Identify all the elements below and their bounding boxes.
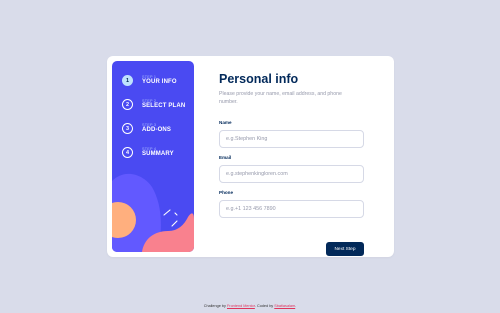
email-label: Email: [219, 155, 232, 160]
step-item-add-ons[interactable]: 3 STEP 3 ADD-ONS: [122, 123, 171, 134]
name-input[interactable]: [219, 130, 364, 148]
name-field-group: Name: [219, 120, 364, 148]
step-title: YOUR INFO: [142, 79, 177, 86]
step-item-summary[interactable]: 4 STEP 4 SUMMARY: [122, 147, 174, 158]
deco-line-1: [163, 209, 171, 216]
page-title: Personal info: [219, 72, 299, 86]
step-number-badge: 3: [122, 123, 133, 134]
phone-field-group: Phone: [219, 190, 364, 218]
author-link[interactable]: Sbatiasalam: [274, 304, 295, 308]
steps-sidebar: 1 STEP 1 YOUR INFO 2 STEP 2 SELECT PLAN …: [112, 61, 194, 252]
phone-label: Phone: [219, 190, 234, 195]
form-card: 1 STEP 1 YOUR INFO 2 STEP 2 SELECT PLAN …: [107, 56, 394, 257]
phone-input[interactable]: [219, 200, 364, 218]
email-input[interactable]: [219, 165, 364, 183]
email-field-group: Email: [219, 155, 364, 183]
attribution: Challenge by Frontend Mentor. Coded by S…: [0, 304, 500, 308]
step-title: SUMMARY: [142, 151, 174, 158]
step-number-badge: 1: [122, 75, 133, 86]
attribution-prefix: Challenge by: [203, 304, 226, 308]
name-label: Name: [219, 120, 232, 125]
deco-line-3: [174, 212, 178, 216]
page-subtitle: Please provide your name, email address,…: [219, 91, 342, 105]
step-title: SELECT PLAN: [142, 103, 186, 110]
form-header: Personal info Please provide your name, …: [219, 72, 369, 106]
next-step-button[interactable]: Next Step: [326, 242, 364, 256]
challenge-link[interactable]: Frontend Mentor: [227, 304, 255, 308]
step-number-badge: 4: [122, 147, 133, 158]
step-title: ADD-ONS: [142, 127, 172, 134]
step-number-badge: 2: [122, 99, 133, 110]
step-item-select-plan[interactable]: 2 STEP 2 SELECT PLAN: [122, 99, 185, 110]
step-item-your-info[interactable]: 1 STEP 1 YOUR INFO: [122, 75, 177, 86]
deco-line-2: [171, 220, 178, 227]
attribution-suffix: .: [295, 304, 297, 308]
attribution-middle: . Coded by: [254, 304, 274, 308]
